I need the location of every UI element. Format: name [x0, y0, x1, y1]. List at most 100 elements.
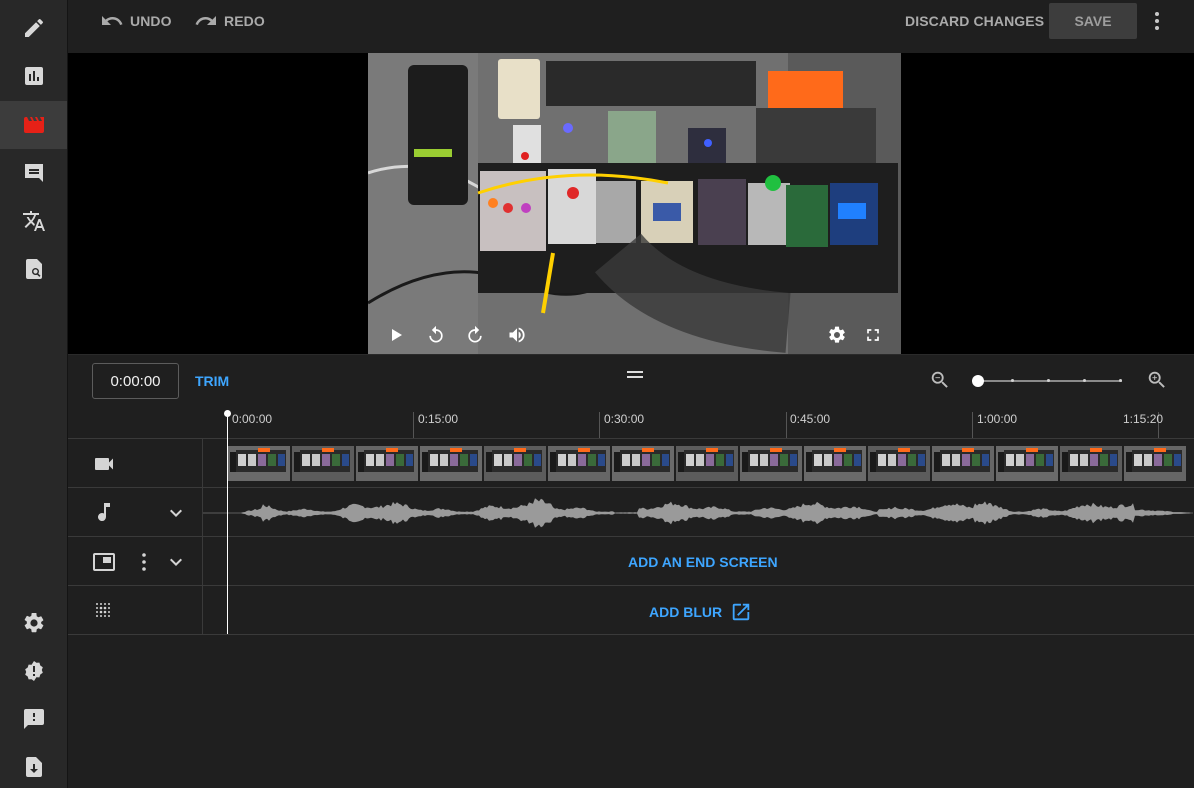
zoom-slider-thumb[interactable]	[972, 375, 984, 387]
video-frame[interactable]	[368, 53, 901, 354]
ruler-label: 0:30:00	[604, 412, 645, 426]
ruler-label: 1:15:20	[1123, 412, 1164, 426]
video-thumbnail	[228, 446, 291, 481]
discard-label: DISCARD CHANGES	[905, 13, 1045, 29]
trim-button[interactable]: TRIM	[195, 373, 229, 389]
timeline-bottom-border	[68, 634, 1194, 635]
videocam-icon	[95, 458, 113, 470]
zoom-in-icon	[1148, 371, 1165, 388]
editor-clapper-icon	[23, 117, 44, 133]
save-label: SAVE	[1074, 13, 1112, 29]
sidebar-item-analytics[interactable]	[0, 52, 67, 100]
more-options-button[interactable]	[1145, 9, 1169, 33]
settings-icon	[24, 612, 43, 633]
end-screen-track-body: ADD AN END SCREEN	[203, 537, 1194, 585]
end-screen-icon	[93, 553, 115, 571]
pencil-icon	[24, 18, 43, 37]
audio-track-header	[68, 488, 203, 536]
zoom-tick	[1047, 379, 1050, 382]
blur-track-body: ADD BLUR	[203, 586, 1194, 634]
fullscreen-button[interactable]	[862, 324, 884, 346]
video-thumbnail	[420, 446, 483, 481]
sidebar-item-exit[interactable]	[0, 743, 67, 788]
blur-track: ADD BLUR	[68, 585, 1194, 634]
sidebar-item-details[interactable]	[0, 4, 67, 52]
end-screen-track: ADD AN END SCREEN	[68, 536, 1194, 585]
current-time-value: 0:00:00	[110, 372, 161, 390]
blur-track-header	[68, 586, 203, 634]
undo-label: UNDO	[130, 13, 172, 29]
more-vert-icon	[1155, 12, 1159, 30]
ruler-label: 1:00:00	[977, 412, 1018, 426]
feedback-icon	[23, 709, 44, 729]
zoom-in-button[interactable]	[1146, 369, 1168, 391]
rewind-10-button[interactable]	[425, 324, 447, 346]
timeline-toolbar: 0:00:00 TRIM	[68, 354, 1194, 412]
analytics-icon	[24, 67, 43, 85]
play-icon	[392, 329, 402, 341]
video-thumbnail	[1124, 446, 1187, 481]
zoom-out-button[interactable]	[929, 369, 951, 391]
volume-icon	[509, 327, 525, 343]
video-track-header	[68, 439, 203, 487]
sidebar-item-settings[interactable]	[0, 599, 67, 647]
sidebar-item-copyright[interactable]	[0, 245, 67, 293]
zoom-tick	[1083, 379, 1086, 382]
video-thumbnails[interactable]	[203, 439, 1194, 487]
top-toolbar: UNDO REDO DISCARD CHANGES SAVE	[68, 0, 1194, 42]
video-frame-image	[368, 53, 901, 354]
forward-10-button[interactable]	[464, 324, 486, 346]
save-button[interactable]: SAVE	[1049, 3, 1137, 39]
video-thumbnail	[292, 446, 355, 481]
waveform-graphic	[203, 498, 1193, 528]
video-track	[68, 438, 1194, 487]
audio-waveform[interactable]	[203, 488, 1194, 536]
end-screen-track-header	[68, 537, 203, 585]
sidebar-item-comments[interactable]	[0, 149, 67, 197]
video-thumbnail	[996, 446, 1059, 481]
player-settings-button[interactable]	[826, 324, 848, 346]
alert-icon	[24, 661, 43, 681]
chevron-down-icon[interactable]	[164, 550, 188, 574]
discard-changes-button[interactable]: DISCARD CHANGES	[905, 0, 1044, 42]
video-thumbnail	[676, 446, 739, 481]
zoom-slider-track[interactable]	[976, 379, 1122, 382]
playhead-handle[interactable]	[224, 410, 231, 417]
zoom-out-icon	[931, 371, 948, 388]
replay-10-icon	[429, 325, 443, 343]
add-end-screen-button[interactable]: ADD AN END SCREEN	[628, 554, 778, 570]
gear-icon	[829, 326, 845, 343]
forward-10-icon	[468, 325, 482, 343]
exit-icon	[25, 757, 42, 777]
chevron-down-icon[interactable]	[164, 501, 188, 525]
video-thumbnail	[356, 446, 419, 481]
ruler-tick	[413, 412, 414, 438]
resize-drag-handle[interactable]	[627, 371, 643, 379]
audio-track	[68, 487, 1194, 536]
add-blur-button[interactable]: ADD BLUR	[649, 601, 752, 623]
timeline-ruler[interactable]: 0:00:00 0:15:00 0:30:00 0:45:00 1:00:00 …	[68, 412, 1194, 439]
play-button[interactable]	[386, 325, 406, 345]
playhead[interactable]	[227, 413, 228, 634]
video-player	[68, 53, 1194, 354]
undo-icon	[102, 16, 123, 25]
redo-button[interactable]: REDO	[194, 0, 265, 42]
redo-label: REDO	[224, 13, 265, 29]
video-thumbnail	[548, 446, 611, 481]
undo-button[interactable]: UNDO	[100, 0, 172, 42]
video-thumbnail	[868, 446, 931, 481]
sidebar-item-subtitles[interactable]	[0, 197, 67, 245]
open-in-new-icon	[732, 603, 750, 621]
video-thumbnail	[740, 446, 803, 481]
current-time-field[interactable]: 0:00:00	[92, 363, 179, 399]
more-vert-icon[interactable]	[132, 550, 156, 574]
ruler-label: 0:45:00	[790, 412, 831, 426]
translate-icon	[22, 211, 45, 231]
sidebar-item-editor[interactable]	[0, 101, 67, 149]
sidebar-item-alerts[interactable]	[0, 647, 67, 695]
sidebar-item-feedback[interactable]	[0, 695, 67, 743]
ruler-tick	[972, 412, 973, 438]
ruler-label: 0:15:00	[418, 412, 459, 426]
volume-button[interactable]	[506, 324, 528, 346]
zoom-tick	[1011, 379, 1014, 382]
